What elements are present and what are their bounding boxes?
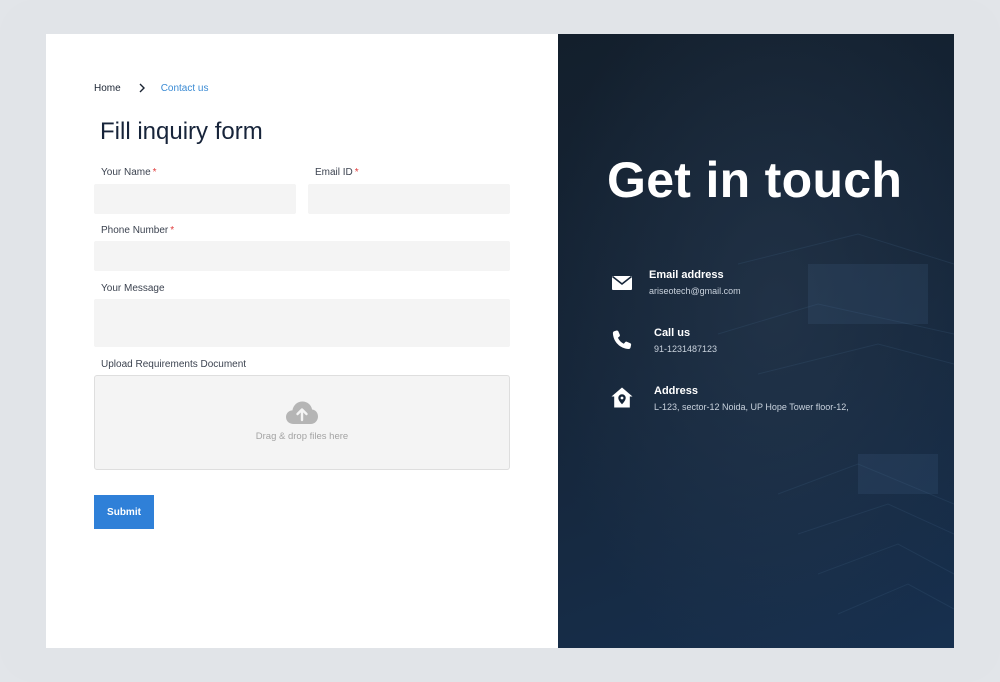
phone-icon xyxy=(610,328,634,352)
name-field[interactable] xyxy=(94,184,296,214)
message-label: Your Message xyxy=(101,283,165,294)
contact-phone-title: Call us xyxy=(654,327,691,339)
breadcrumb-current: Contact us xyxy=(160,82,209,94)
dropzone-text: Drag & drop files here xyxy=(255,431,349,442)
inquiry-form-panel: Home Contact us Fill inquiry form Your N… xyxy=(46,34,558,648)
get-in-touch-headline: Get in touch xyxy=(607,152,903,208)
home-location-icon xyxy=(610,386,634,410)
chevron-right-icon xyxy=(137,82,147,94)
form-title: Fill inquiry form xyxy=(100,118,263,145)
app-frame: Home Contact us Fill inquiry form Your N… xyxy=(0,0,1000,682)
message-field[interactable] xyxy=(94,299,510,347)
file-dropzone[interactable]: Drag & drop files here xyxy=(94,375,510,470)
required-mark: * xyxy=(354,167,359,178)
contact-email-title: Email address xyxy=(649,269,724,281)
contact-email-value[interactable]: ariseotech@gmail.com xyxy=(649,286,741,296)
required-mark: * xyxy=(152,167,157,178)
contact-info-panel: Get in touch Email address ariseotech@gm… xyxy=(558,34,954,648)
upload-label: Upload Requirements Document xyxy=(101,359,247,370)
breadcrumb-home-link[interactable]: Home xyxy=(94,83,121,94)
breadcrumb: Home Contact us xyxy=(94,82,209,94)
email-label: Email ID * xyxy=(315,167,359,178)
contact-phone-value[interactable]: 91-1231487123 xyxy=(654,344,717,354)
email-label-text: Email ID xyxy=(315,167,353,178)
name-label-text: Your Name xyxy=(101,167,151,178)
envelope-icon xyxy=(610,271,634,295)
phone-label: Phone Number * xyxy=(101,225,174,236)
submit-button[interactable]: Submit xyxy=(94,495,154,529)
phone-label-text: Phone Number xyxy=(101,225,169,236)
required-mark: * xyxy=(170,225,175,236)
contact-address-title: Address xyxy=(654,385,699,397)
phone-field[interactable] xyxy=(94,241,510,271)
contact-card: Home Contact us Fill inquiry form Your N… xyxy=(46,34,954,648)
cloud-upload-icon xyxy=(285,400,319,426)
contact-address-value: L-123, sector-12 Noida, UP Hope Tower fl… xyxy=(654,402,849,412)
email-field[interactable] xyxy=(308,184,510,214)
name-label: Your Name * xyxy=(101,167,157,178)
